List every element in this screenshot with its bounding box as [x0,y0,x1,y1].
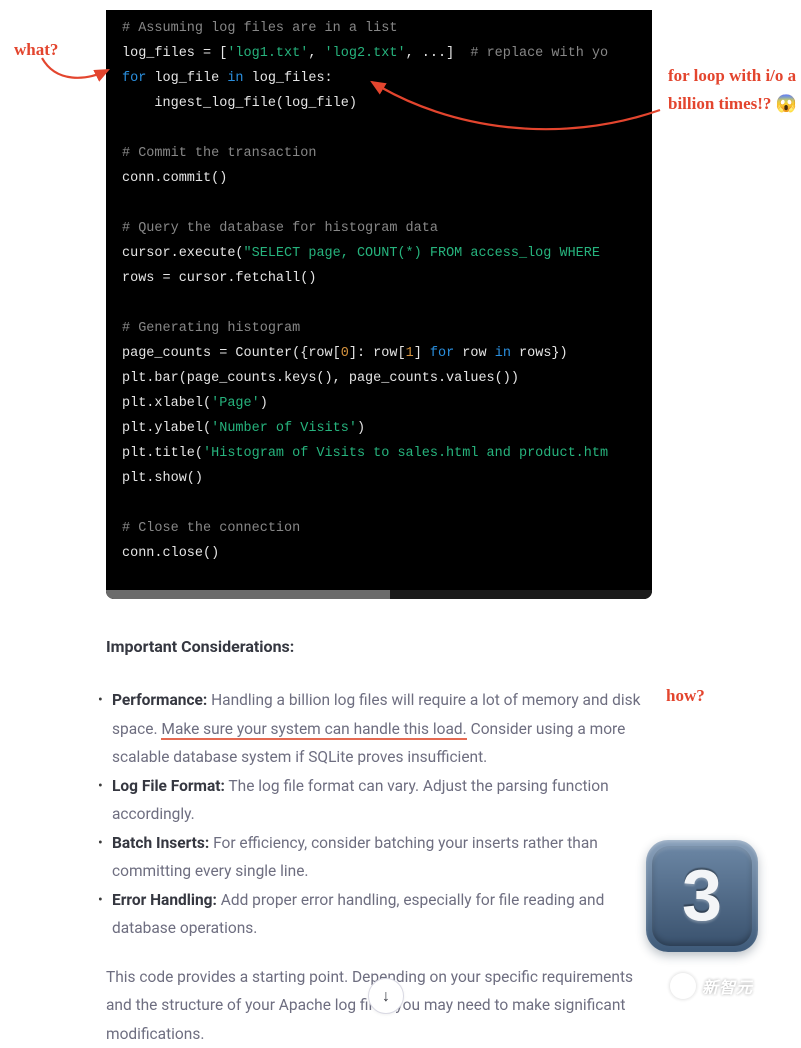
underlined-text: Make sure your system can handle this lo… [161,720,466,740]
list-item-log-format: Log File Format: The log file format can… [106,772,652,829]
code-comment: # Query the database for histogram data [122,221,438,236]
code-text: rows}) [511,346,568,361]
code-number: 1 [406,346,414,361]
main-column: # Assuming log files are in a list log_f… [106,10,652,1048]
code-comment: # Assuming log files are in a list [122,21,397,36]
code-text: ) [260,396,268,411]
code-text: ]: row[ [349,346,406,361]
list-item-batch-inserts: Batch Inserts: For efficiency, consider … [106,829,652,886]
scroll-down-button[interactable]: ↓ [368,978,404,1014]
code-text: , ...] [406,46,471,61]
code-text: ] [414,346,430,361]
code-text: plt.bar(page_counts.keys(), page_counts.… [122,371,519,386]
code-text: plt.show() [122,471,203,486]
code-string: 'Page' [211,396,260,411]
code-comment: # Commit the transaction [122,146,316,161]
code-comment: # replace with yo [470,46,608,61]
code-text: ) [357,421,365,436]
code-keyword: for [122,71,146,86]
code-text: page_counts = Counter({row[ [122,346,341,361]
badge-number: 3 [682,855,722,937]
item-label: Log File Format: [112,777,225,795]
watermark: 新智元 [670,973,753,999]
watermark-icon [670,973,696,999]
list-item-performance: Performance: Handling a billion log file… [106,686,652,772]
annotation-how: how? [666,682,705,710]
list-item-error-handling: Error Handling: Add proper error handlin… [106,886,652,943]
code-content: # Assuming log files are in a list log_f… [106,10,652,590]
item-label: Performance: [112,691,207,709]
code-string: 'log1.txt' [227,46,308,61]
watermark-text: 新智元 [702,974,753,998]
code-block: # Assuming log files are in a list log_f… [106,10,652,599]
code-keyword: in [495,346,511,361]
code-horizontal-scrollbar[interactable] [106,590,652,599]
code-text: row [454,346,495,361]
code-text: log_file [146,71,227,86]
annotation-loop: for loop with i/o a billion times!? 😱 [668,62,798,118]
code-comment: # Generating histogram [122,321,300,336]
code-string: "SELECT page, COUNT(*) FROM access_log W… [244,246,609,261]
scrollbar-thumb[interactable] [106,590,390,599]
considerations-list: Performance: Handling a billion log file… [106,686,652,943]
code-number: 0 [341,346,349,361]
code-text: rows = cursor.fetchall() [122,271,316,286]
code-keyword: in [227,71,243,86]
code-comment: # Close the connection [122,521,300,536]
item-label: Error Handling: [112,891,217,909]
code-text: conn.close() [122,546,219,561]
code-string: 'Histogram of Visits to sales.html and p… [203,446,608,461]
code-text: plt.title( [122,446,203,461]
annotation-what: what? [14,36,58,64]
code-text: log_files: [244,71,333,86]
considerations-heading: Important Considerations: [106,637,652,656]
code-string: 'log2.txt' [325,46,406,61]
code-text: cursor.execute( [122,246,244,261]
code-text: , [308,46,324,61]
code-text: log_files = [ [122,46,227,61]
item-label: Batch Inserts: [112,834,209,852]
number-badge-face: 3 [652,846,753,947]
number-badge: 3 [646,840,758,952]
code-keyword: for [430,346,454,361]
code-text: ingest_log_file(log_file) [122,96,357,111]
arrow-down-icon: ↓ [382,986,390,1006]
code-text: plt.ylabel( [122,421,211,436]
code-text: conn.commit() [122,171,227,186]
code-string: 'Number of Visits' [211,421,357,436]
code-text: plt.xlabel( [122,396,211,411]
